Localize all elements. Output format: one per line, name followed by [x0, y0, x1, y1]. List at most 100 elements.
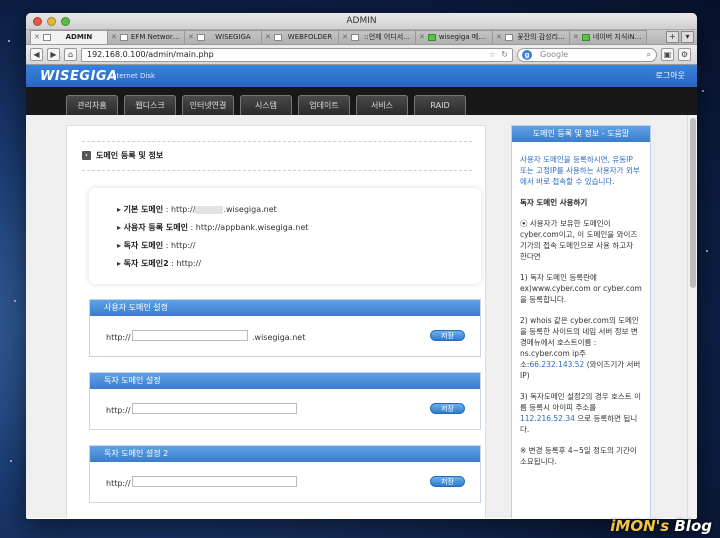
site-logo[interactable]: WISEGIGA — [40, 69, 118, 84]
nav-item[interactable]: 서비스 — [356, 95, 408, 115]
info-own-domain-2: ▸ 독자 도메인2 : http:// — [117, 259, 202, 268]
nav-item[interactable]: RAID — [414, 95, 466, 115]
help-paragraph: ※ 변경 등록후 4~5일 정도의 기간이 소요됩니다. — [520, 446, 637, 466]
nav-item[interactable]: 시스템 — [240, 95, 292, 115]
own-domain-2-input[interactable] — [132, 476, 297, 487]
info-label: 기본 도메인 — [123, 205, 164, 214]
info-basic-domain: ▸ 기본 도메인 : http://.wisegiga.net — [117, 205, 277, 214]
url-prefix: http:// — [106, 479, 131, 488]
browser-tab[interactable]: ✕ wisegiga 메일 ... — [415, 30, 493, 44]
close-tab-icon[interactable]: ✕ — [496, 31, 502, 44]
tools-menu-icon[interactable]: ⚙ — [678, 48, 691, 61]
site-header: WISEGIGA Internet Disk 로그아웃 — [26, 65, 697, 87]
tab-label: ::언제 어디서... — [364, 33, 410, 41]
star — [702, 90, 704, 92]
box-title: 사용자 도메인 설정 — [90, 300, 480, 316]
browser-tab[interactable]: ✕ EFM Networks... — [107, 30, 185, 44]
site-logo-sub: Internet Disk — [110, 72, 156, 80]
favicon-icon — [42, 34, 51, 41]
close-tab-icon[interactable]: ✕ — [34, 31, 40, 44]
browser-tab[interactable]: ✕::언제 어디서... — [338, 30, 416, 44]
nav-item[interactable]: 웹디스크 — [124, 95, 176, 115]
forward-button[interactable]: ▶ — [47, 48, 60, 61]
help-title: 도메인 등록 및 정보 - 도움말 — [512, 126, 650, 142]
bookmark-star-icon[interactable]: ☆ — [489, 49, 496, 61]
own-domain-box: 독자 도메인 설정 http:// 저장 — [89, 372, 481, 430]
tab-label: 꽃잔의 감성리... — [517, 33, 565, 41]
zoom-window-button[interactable] — [61, 17, 70, 26]
info-label: 독자 도메인 — [123, 241, 164, 250]
info-user-domain: ▸ 사용자 등록 도메인 : http://appbank.wisegiga.n… — [117, 223, 309, 232]
domain-info-box: ▸ 기본 도메인 : http://.wisegiga.net ▸ 사용자 등록… — [89, 188, 481, 284]
new-tab-button[interactable]: + — [666, 31, 679, 43]
window-controls — [33, 17, 70, 26]
arrow-right-icon: › — [82, 151, 91, 160]
close-tab-icon[interactable]: ✕ — [111, 31, 117, 44]
info-value-suffix: .wisegiga.net — [223, 205, 277, 214]
url-bar[interactable]: 192.168.0.100/admin/main.php ☆ ↻ — [81, 47, 513, 62]
browser-tab[interactable]: ✕ 네이버 지식iN :... — [569, 30, 647, 44]
favicon-icon — [350, 34, 359, 41]
help-paragraph: 2) whois 같은 cyber.com의 도메인을 등록한 사이트의 네임 … — [520, 316, 641, 380]
help-intro: 사용자 도메인을 등록하시면, 유동IP 또는 고정IP를 사용하는 사용자가 … — [520, 155, 640, 186]
info-value: http:// — [176, 259, 202, 268]
page-scrollbar[interactable] — [687, 115, 697, 518]
star — [14, 300, 16, 302]
main-panel: › 도메인 등록 및 정보 ▸ 기본 도메인 : http://.wisegig… — [66, 125, 486, 518]
close-tab-icon[interactable]: ✕ — [342, 31, 348, 44]
browser-tab[interactable]: ✕ ADMIN — [30, 30, 108, 44]
search-icon[interactable]: ⌕ — [647, 49, 651, 61]
close-tab-icon[interactable]: ✕ — [265, 31, 271, 44]
nav-item[interactable]: 인터넷연결 — [182, 95, 234, 115]
scroll-thumb[interactable] — [690, 118, 696, 288]
browser-tab[interactable]: ✕ WEBFOLDER — [261, 30, 339, 44]
browser-tab[interactable]: ✕ 꽃잔의 감성리... — [492, 30, 570, 44]
window-title: ADMIN — [346, 16, 377, 26]
reload-icon[interactable]: ↻ — [501, 49, 508, 61]
close-tab-icon[interactable]: ✕ — [419, 31, 425, 44]
section-title-text: 도메인 등록 및 정보 — [96, 151, 164, 160]
url-prefix: http:// — [106, 333, 131, 342]
info-value: http:// — [170, 241, 196, 250]
save-button[interactable]: 저장 — [430, 403, 465, 414]
close-tab-icon[interactable]: ✕ — [188, 31, 194, 44]
help-paragraph: 1) 독자 도메인 등록란에 ex)www.cyber.com or cyber… — [520, 273, 642, 304]
home-icon[interactable]: ⌂ — [64, 48, 77, 61]
nav-item[interactable]: 업데이트 — [298, 95, 350, 115]
favicon-icon — [196, 34, 205, 41]
tab-label: wisegiga 메일 ... — [438, 33, 489, 41]
nav-item[interactable]: 관리자홈 — [66, 95, 118, 115]
box-title: 독자 도메인 설정 — [90, 373, 480, 389]
favicon-icon — [504, 34, 513, 41]
user-domain-input[interactable] — [132, 330, 248, 341]
minimize-window-button[interactable] — [47, 17, 56, 26]
google-icon: g — [522, 49, 532, 60]
info-own-domain: ▸ 독자 도메인 : http:// — [117, 241, 196, 250]
info-value: http:// — [170, 205, 196, 214]
info-label: 독자 도메인2 — [123, 259, 169, 268]
search-placeholder: Google — [540, 49, 569, 59]
tab-label: 네이버 지식iN :... — [592, 33, 643, 41]
tab-list-button[interactable]: ▾ — [681, 31, 694, 43]
page-menu-icon[interactable]: ▣ — [661, 48, 674, 61]
save-button[interactable]: 저장 — [430, 476, 465, 487]
blog-watermark: iMON's Blog — [610, 517, 712, 535]
url-prefix: http:// — [106, 406, 131, 415]
save-button[interactable]: 저장 — [430, 330, 465, 341]
help-heading: 독자 도메인 사용하기 — [520, 198, 588, 207]
tab-label: WEBFOLDER — [287, 33, 333, 41]
close-window-button[interactable] — [33, 17, 42, 26]
help-paragraph: 3) 독자도메인 설정2의 경우 호스트 이름 등록시 아이피 주소를 112.… — [520, 392, 641, 434]
help-sidebar: 도메인 등록 및 정보 - 도움말 사용자 도메인을 등록하시면, 유동IP 또… — [511, 125, 651, 518]
back-button[interactable]: ◀ — [30, 48, 43, 61]
close-tab-icon[interactable]: ✕ — [573, 31, 579, 44]
search-input[interactable]: g Google ⌕ — [517, 47, 657, 62]
logout-link[interactable]: 로그아웃 — [656, 70, 685, 81]
browser-tab[interactable]: ✕ WISEGIGA — [184, 30, 262, 44]
section-title: › 도메인 등록 및 정보 — [82, 141, 472, 171]
toolbar: ◀ ▶ ⌂ 192.168.0.100/admin/main.php ☆ ↻ g… — [26, 45, 697, 65]
own-domain-input[interactable] — [132, 403, 297, 414]
favicon-icon — [273, 34, 282, 41]
info-label: 사용자 등록 도메인 — [123, 223, 189, 232]
domain-suffix: .wisegiga.net — [252, 333, 306, 342]
